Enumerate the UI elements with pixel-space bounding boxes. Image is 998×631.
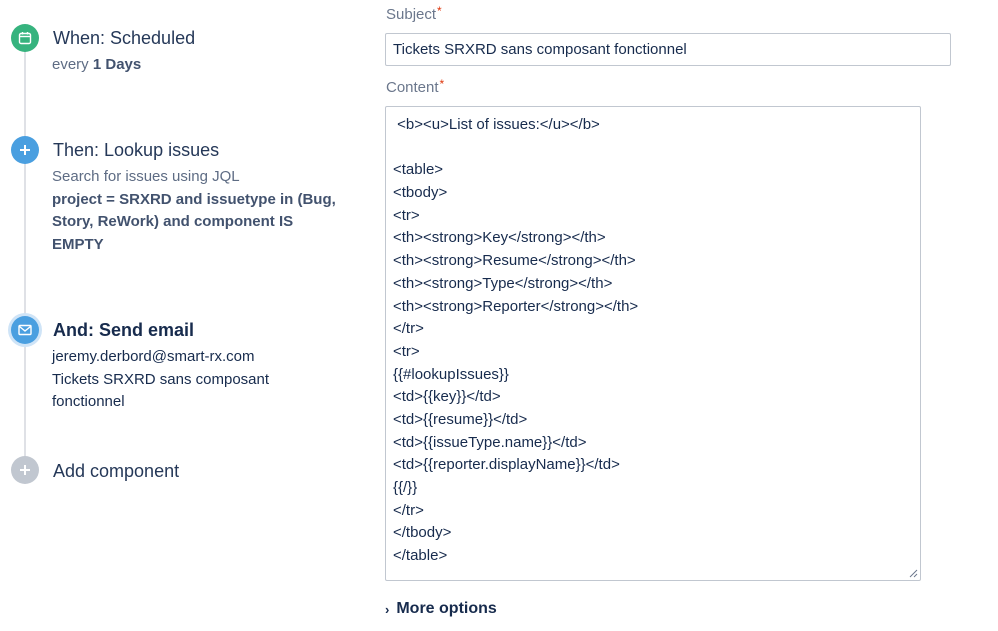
subject-input[interactable]: Tickets SRXRD sans composant fonctionnel	[385, 33, 951, 66]
subject-label: Subject*	[386, 4, 442, 23]
trigger-title[interactable]: When: Scheduled	[53, 28, 195, 49]
lookup-jql: project = SRXRD and issuetype in (Bug, S…	[52, 190, 336, 253]
content-line: </table>	[393, 547, 448, 565]
content-line: {{/}}	[393, 479, 418, 496]
rule-timeline-line	[24, 50, 26, 470]
content-line: <table>	[393, 161, 444, 179]
lookup-description: Search for issues using JQL	[52, 168, 240, 185]
chevron-right-icon: ›	[385, 601, 390, 617]
more-options-toggle[interactable]: › More options	[385, 600, 497, 618]
add-component-button[interactable]: Add component	[53, 461, 179, 482]
calendar-icon	[18, 32, 32, 45]
content-line: <b><u>List of issues:</u></b>	[393, 116, 600, 133]
required-marker: *	[439, 77, 445, 91]
add-component-node[interactable]	[11, 456, 39, 484]
email-title[interactable]: And: Send email	[53, 320, 194, 341]
email-subject-summary: Tickets SRXRD sans composant fonctionnel	[52, 370, 270, 411]
content-line	[393, 137, 638, 160]
content-line: </tbody>	[393, 524, 452, 542]
trigger-detail-prefix: every	[52, 56, 93, 73]
lookup-node[interactable]	[11, 136, 39, 164]
subject-label-text: Subject	[386, 6, 437, 23]
subject-value: Tickets SRXRD sans composant fonctionnel	[393, 41, 687, 58]
trigger-interval: 1 Days	[92, 56, 142, 73]
content-line: <tr>	[393, 342, 420, 360]
content-line: </tr>	[393, 501, 424, 519]
resize-handle-icon[interactable]	[909, 569, 918, 578]
trigger-node[interactable]	[11, 24, 39, 52]
content-line: <th><strong>Resume</strong></th>	[393, 252, 636, 270]
content-label-text: Content	[386, 79, 439, 96]
content-line: <th><strong>Reporter</strong></th>	[393, 297, 639, 315]
content-line: <td>{{resume}}</td>	[393, 410, 528, 428]
email-detail: jeremy.derbord@smart-rx.com Tickets SRXR…	[52, 346, 312, 414]
content-line: <th><strong>Key</strong></th>	[393, 229, 606, 247]
content-line: <tr>	[393, 206, 420, 224]
content-label: Content*	[386, 77, 445, 96]
required-marker: *	[437, 4, 442, 18]
content-line: <td>{{key}}</td>	[393, 388, 501, 406]
lookup-detail: Search for issues using JQL project = SR…	[52, 166, 342, 256]
trigger-detail: every 1 Days	[52, 54, 141, 77]
content-line: <td>{{issueType.name}}</td>	[393, 433, 587, 451]
content-lines: <b><u>List of issues:</u></b> <table> <tbo…	[393, 114, 638, 568]
plus-icon	[20, 465, 30, 475]
plus-icon	[20, 145, 30, 155]
more-options-label: More options	[396, 600, 497, 617]
content-line: <th><strong>Type</strong></th>	[393, 274, 613, 292]
email-node[interactable]	[11, 316, 39, 344]
lookup-title[interactable]: Then: Lookup issues	[53, 140, 219, 161]
content-line: </tr>	[393, 320, 424, 338]
content-line: {{#lookupIssues}}	[393, 365, 509, 383]
content-line: <tbody>	[393, 184, 448, 202]
envelope-icon	[18, 324, 32, 336]
content-line: <td>{{reporter.displayName}}</td>	[393, 456, 620, 474]
content-textarea[interactable]: <b><u>List of issues:</u></b> <table> <tbo…	[385, 106, 921, 581]
email-recipient: jeremy.derbord@smart-rx.com	[52, 348, 255, 365]
